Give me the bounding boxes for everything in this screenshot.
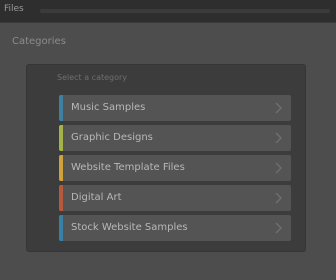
category-panel: Select a category Music Samples Graphic … — [26, 64, 306, 252]
app-title: Files — [4, 4, 24, 14]
top-bar: Files — [0, 0, 336, 23]
list-item-label: Digital Art — [71, 192, 122, 203]
list-item-website-template-files[interactable]: Website Template Files — [59, 155, 291, 181]
list-item-digital-art[interactable]: Digital Art — [59, 185, 291, 211]
category-color-marker — [59, 215, 63, 241]
category-color-marker — [59, 95, 63, 121]
category-color-marker — [59, 125, 63, 151]
top-nav-links[interactable] — [40, 9, 330, 13]
list-item-label: Stock Website Samples — [71, 222, 188, 233]
list-item-label: Music Samples — [71, 102, 146, 113]
category-color-marker — [59, 185, 63, 211]
chevron-right-icon — [275, 222, 283, 234]
page: Files Categories Select a category Music… — [0, 0, 336, 280]
list-item-label: Graphic Designs — [71, 132, 153, 143]
chevron-right-icon — [275, 132, 283, 144]
list-item-label: Website Template Files — [71, 162, 185, 173]
category-color-marker — [59, 155, 63, 181]
chevron-right-icon — [275, 102, 283, 114]
chevron-right-icon — [275, 192, 283, 204]
category-list: Music Samples Graphic Designs Website Te… — [59, 95, 291, 245]
list-item-stock-website-samples[interactable]: Stock Website Samples — [59, 215, 291, 241]
list-item-graphic-designs[interactable]: Graphic Designs — [59, 125, 291, 151]
chevron-right-icon — [275, 162, 283, 174]
page-title: Categories — [12, 36, 66, 47]
panel-title: Select a category — [57, 73, 128, 82]
list-item-music-samples[interactable]: Music Samples — [59, 95, 291, 121]
